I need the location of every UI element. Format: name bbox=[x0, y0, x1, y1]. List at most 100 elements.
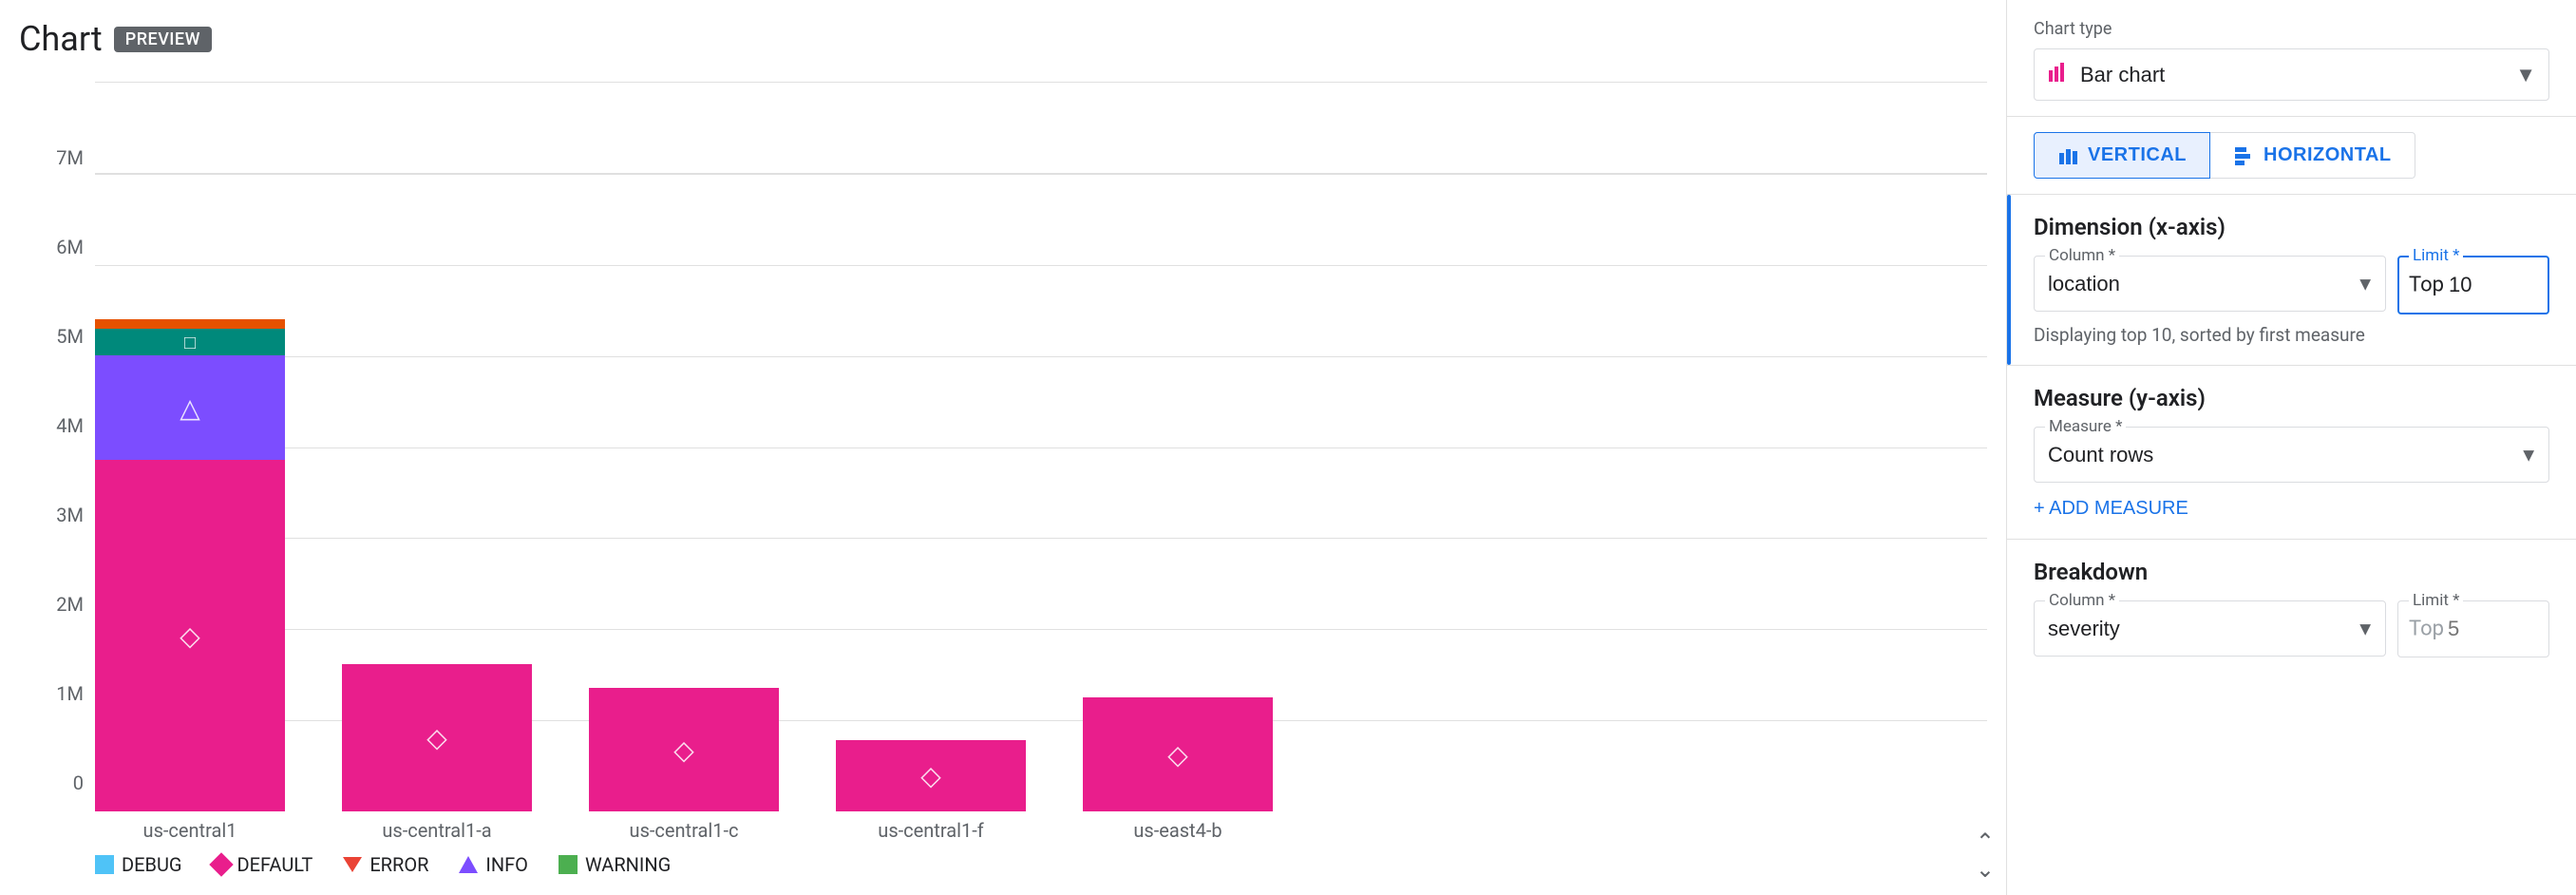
legend-debug-color bbox=[95, 855, 114, 874]
legend-warning-label: WARNING bbox=[585, 853, 671, 876]
limit-field-group: Limit * Top bbox=[2397, 256, 2549, 314]
breakdown-section: Breakdown Column * severity ▼ Limit * To… bbox=[2007, 540, 2576, 676]
bar-segment-info: △ bbox=[95, 355, 285, 460]
default-icon-a: ◇ bbox=[426, 722, 447, 753]
x-label-us-east4-b: us-east4-b bbox=[1083, 819, 1273, 842]
bars-container: ◇ △ □ bbox=[95, 319, 1987, 811]
bar-stack-us-east4-b: ◇ bbox=[1083, 697, 1273, 811]
bar-group-us-central1: ◇ △ □ bbox=[95, 319, 285, 811]
y-label-4m: 4M bbox=[56, 350, 84, 439]
dimension-indicator bbox=[2007, 195, 2011, 365]
legend-debug-label: DEBUG bbox=[122, 853, 182, 876]
measure-section: Measure (y-axis) Measure * Count rows ▼ … bbox=[2007, 366, 2576, 540]
x-label-us-central1: us-central1 bbox=[95, 819, 285, 842]
bar-group-us-central1-c: ◇ bbox=[589, 688, 779, 811]
legend-default: DEFAULT bbox=[213, 853, 313, 876]
bar-group-us-central1-a: ◇ bbox=[342, 664, 532, 811]
chart-area: 0 1M 2M 3M 4M 5M 6M 7M bbox=[19, 82, 1987, 842]
measure-heading: Measure (y-axis) bbox=[2034, 385, 2549, 411]
legend-warning: WARNING bbox=[559, 853, 671, 876]
y-label-5m: 5M bbox=[56, 260, 84, 350]
add-measure-button[interactable]: + ADD MEASURE bbox=[2034, 498, 2188, 520]
measure-field-group: Measure * Count rows ▼ bbox=[2034, 427, 2549, 483]
measure-field-label: Measure * bbox=[2045, 417, 2126, 436]
y-label-1m: 1M bbox=[56, 618, 84, 707]
y-label-3m: 3M bbox=[56, 439, 84, 528]
add-measure-label: + ADD MEASURE bbox=[2034, 498, 2188, 520]
bar-stack-us-central1-a: ◇ bbox=[342, 664, 532, 811]
limit-field-label: Limit * bbox=[2409, 246, 2463, 265]
limit-prefix: Top bbox=[2409, 274, 2444, 297]
chart-type-wrapper: Bar chart ▼ bbox=[2034, 48, 2549, 101]
bar-stack-us-central1: ◇ △ □ bbox=[95, 319, 285, 811]
vertical-orientation-button[interactable]: VERTICAL bbox=[2034, 132, 2210, 179]
x-label-us-central1-a: us-central1-a bbox=[342, 819, 532, 842]
breakdown-heading: Breakdown bbox=[2034, 559, 2549, 585]
expand-collapse-button[interactable]: ⌃⌄ bbox=[1976, 828, 1995, 884]
bar-segment-default-a: ◇ bbox=[342, 664, 532, 811]
bar-segment-default: ◇ bbox=[95, 460, 285, 811]
x-axis: us-central1 us-central1-a us-central1-c … bbox=[95, 811, 1987, 842]
bar-group-us-east4-b: ◇ bbox=[1083, 697, 1273, 811]
column-field-group: Column * location ▼ bbox=[2034, 256, 2386, 312]
chart-type-arrow-icon: ▼ bbox=[2515, 63, 2536, 87]
horizontal-orientation-button[interactable]: HORIZONTAL bbox=[2210, 132, 2415, 179]
preview-badge: PREVIEW bbox=[114, 27, 212, 52]
legend-info-color bbox=[459, 856, 478, 873]
y-axis: 0 1M 2M 3M 4M 5M 6M 7M bbox=[19, 82, 95, 842]
bar-segment-error bbox=[95, 319, 285, 329]
breakdown-limit-prefix: Top bbox=[2409, 618, 2444, 641]
chart-legend: DEBUG DEFAULT ERROR INFO WARNING bbox=[19, 842, 1987, 876]
info-icon: △ bbox=[180, 392, 200, 424]
x-label-us-central1-f: us-central1-f bbox=[836, 819, 1026, 842]
bar-stack-us-central1-c: ◇ bbox=[589, 688, 779, 811]
dimension-section: Dimension (x-axis) Column * location ▼ L… bbox=[2007, 195, 2576, 366]
default-icon-c: ◇ bbox=[673, 734, 694, 766]
page-title: Chart bbox=[19, 19, 103, 59]
measure-select-arrow-icon: ▼ bbox=[2519, 443, 2538, 467]
legend-error: ERROR bbox=[343, 853, 428, 876]
chart-inner: ◇ △ □ bbox=[95, 82, 1987, 842]
breakdown-fields: Column * severity ▼ Limit * Top bbox=[2034, 600, 2549, 657]
default-icon: ◇ bbox=[180, 620, 200, 652]
y-label-6m: 6M bbox=[56, 171, 84, 260]
horizontal-label: HORIZONTAL bbox=[2263, 144, 2392, 166]
legend-default-label: DEFAULT bbox=[237, 853, 313, 876]
warning-icon: □ bbox=[184, 331, 196, 354]
legend-info-label: INFO bbox=[485, 853, 528, 876]
dimension-fields: Column * location ▼ Limit * Top bbox=[2034, 256, 2549, 314]
column-select-arrow-icon: ▼ bbox=[2356, 272, 2375, 295]
default-icon-e: ◇ bbox=[1167, 739, 1188, 771]
bar-chart-icon bbox=[2047, 61, 2070, 89]
legend-default-color bbox=[209, 852, 233, 876]
y-label-0: 0 bbox=[73, 707, 84, 796]
chart-header: Chart PREVIEW bbox=[19, 19, 1987, 59]
y-label-7m: 7M bbox=[56, 82, 84, 171]
legend-debug: DEBUG bbox=[95, 853, 182, 876]
breakdown-limit-label: Limit * bbox=[2409, 591, 2463, 610]
column-field-label: Column * bbox=[2045, 246, 2119, 265]
orientation-section: VERTICAL HORIZONTAL bbox=[2007, 117, 2576, 195]
breakdown-column-select-arrow-icon: ▼ bbox=[2356, 617, 2375, 640]
chart-panel: Chart PREVIEW 0 1M 2M 3M 4M 5M 6M 7M bbox=[0, 0, 2006, 895]
legend-info: INFO bbox=[459, 853, 528, 876]
dimension-hint: Displaying top 10, sorted by first measu… bbox=[2034, 324, 2549, 346]
y-label-2m: 2M bbox=[56, 528, 84, 618]
measure-fields: Measure * Count rows ▼ bbox=[2034, 427, 2549, 483]
chart-type-select[interactable]: Bar chart bbox=[2034, 48, 2549, 101]
bar-group-us-central1-f: ◇ bbox=[836, 740, 1026, 811]
chart-type-section: Chart type Bar chart ▼ bbox=[2007, 0, 2576, 117]
bar-segment-default-c: ◇ bbox=[589, 688, 779, 811]
chart-type-label: Chart type bbox=[2034, 19, 2549, 39]
right-panel: Chart type Bar chart ▼ VERTICAL HORIZONT… bbox=[2006, 0, 2576, 895]
breakdown-limit-field-group: Limit * Top bbox=[2397, 600, 2549, 657]
bar-stack-us-central1-f: ◇ bbox=[836, 740, 1026, 811]
bars-area: ◇ △ □ bbox=[95, 82, 1987, 811]
legend-warning-color bbox=[559, 855, 578, 874]
default-icon-f: ◇ bbox=[920, 760, 941, 791]
breakdown-column-label: Column * bbox=[2045, 591, 2119, 610]
x-label-us-central1-c: us-central1-c bbox=[589, 819, 779, 842]
breakdown-column-field-group: Column * severity ▼ bbox=[2034, 600, 2386, 657]
bar-segment-default-e: ◇ bbox=[1083, 697, 1273, 811]
bar-segment-default-f: ◇ bbox=[836, 740, 1026, 811]
